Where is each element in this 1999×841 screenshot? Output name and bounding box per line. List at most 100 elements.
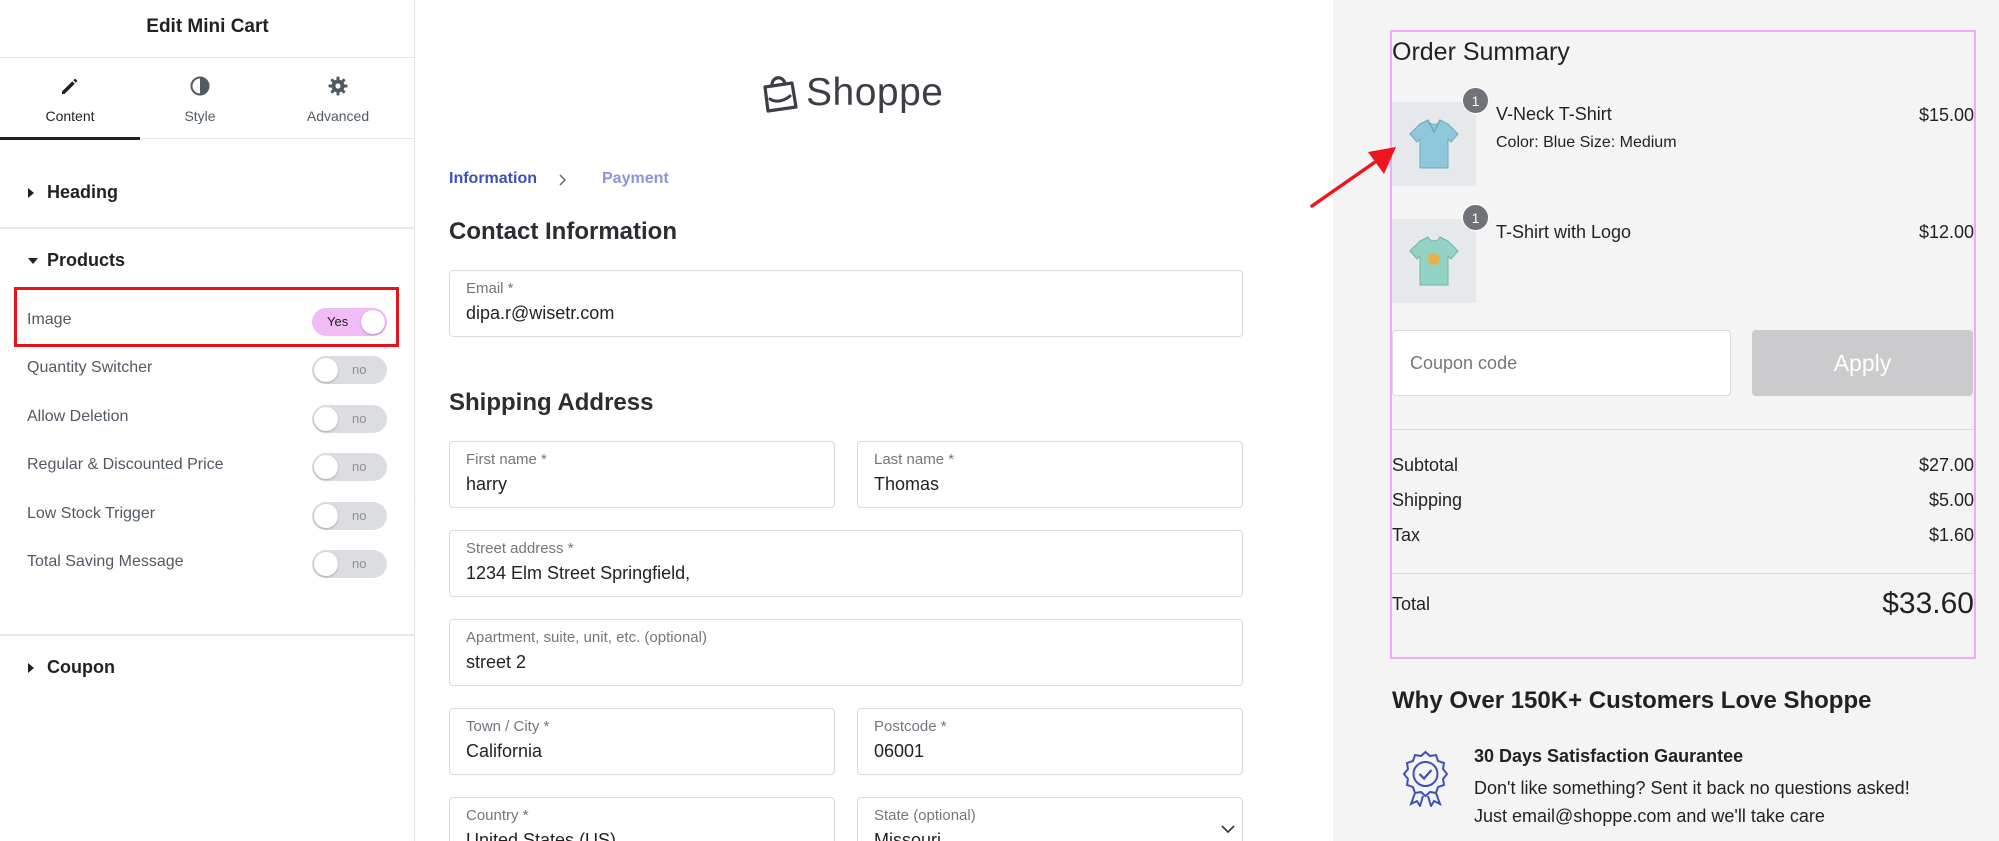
field-value: harry	[466, 474, 508, 494]
toggle-knob	[314, 552, 338, 576]
checkout-form: Shoppe Information Payment Contact Infor…	[416, 0, 1333, 841]
control-allow-deletion: Allow Deletion no	[0, 396, 415, 436]
control-label: Quantity Switcher	[27, 359, 153, 376]
field-value: Thomas	[874, 474, 940, 494]
last-name-field[interactable]: Last name * Thomas	[857, 441, 1243, 508]
city-field[interactable]: Town / City * California	[449, 708, 835, 775]
regular-discounted-price-toggle[interactable]: no	[312, 453, 387, 481]
item-name: V-Neck T-Shirt	[1496, 104, 1612, 124]
state-select[interactable]: State (optional) Missouri	[857, 797, 1243, 841]
shipping-heading: Shipping Address	[449, 389, 654, 416]
control-label: Low Stock Trigger	[27, 505, 156, 522]
total-label: Total	[1392, 594, 1431, 614]
control-regular-discounted-price: Regular & Discounted Price no	[0, 444, 415, 484]
divider	[0, 227, 415, 229]
item-name: T-Shirt with Logo	[1496, 222, 1632, 242]
quantity-badge: 1	[1462, 204, 1489, 231]
apply-coupon-button[interactable]: Apply	[1752, 330, 1973, 396]
control-quantity-switcher: Quantity Switcher no	[0, 347, 415, 387]
tab-content[interactable]: Content	[0, 59, 140, 140]
tab-content-label: Content	[45, 108, 95, 124]
control-label: Regular & Discounted Price	[27, 456, 224, 473]
field-label: Town / City *	[466, 718, 550, 735]
divider	[1392, 573, 1974, 574]
section-heading-label: Heading	[47, 182, 119, 202]
field-value: dipa.r@wisetr.com	[466, 303, 615, 323]
section-products-label: Products	[47, 250, 126, 270]
field-label: Country *	[466, 807, 529, 824]
item-price: $12.00	[1918, 222, 1974, 242]
low-stock-trigger-toggle[interactable]: no	[312, 502, 387, 530]
subtotal-label: Subtotal	[1392, 455, 1459, 475]
tshirt-icon	[1409, 119, 1459, 169]
annotation-arrow-icon	[1310, 147, 1396, 208]
chevron-down-icon	[1221, 825, 1235, 834]
toggle-knob	[314, 358, 338, 382]
allow-deletion-toggle[interactable]: no	[312, 405, 387, 433]
panel-title: Edit Mini Cart	[0, 0, 415, 58]
tab-style[interactable]: Style	[130, 59, 270, 139]
first-name-field[interactable]: First name * harry	[449, 441, 835, 508]
shipping-value: $5.00	[1928, 490, 1974, 510]
subtotal-value: $27.00	[1918, 455, 1974, 475]
gear-icon	[328, 76, 348, 96]
trust-heading: Why Over 150K+ Customers Love Shoppe	[1392, 687, 1872, 714]
apartment-field[interactable]: Apartment, suite, unit, etc. (optional) …	[449, 619, 1243, 686]
section-coupon[interactable]: Coupon	[0, 656, 415, 680]
total-saving-message-toggle[interactable]: no	[312, 550, 387, 578]
field-value: California	[466, 741, 543, 761]
section-products[interactable]: Products	[0, 249, 415, 273]
shopping-bag-icon	[763, 76, 798, 113]
divider	[1392, 429, 1974, 430]
street-address-field[interactable]: Street address * 1234 Elm Street Springf…	[449, 530, 1243, 597]
quantity-badge: 1	[1462, 87, 1489, 114]
section-coupon-label: Coupon	[47, 657, 115, 677]
logo-text: Shoppe	[806, 71, 944, 114]
product-image-vneck	[1392, 102, 1476, 186]
tab-style-label: Style	[184, 108, 216, 124]
control-image: Image Yes	[0, 299, 415, 339]
postcode-field[interactable]: Postcode * 06001	[857, 708, 1243, 775]
chevron-right-icon	[559, 174, 567, 186]
toggle-state: no	[352, 411, 367, 426]
field-label: State (optional)	[874, 807, 976, 824]
contact-heading: Contact Information	[449, 218, 677, 245]
shipping-label: Shipping	[1392, 490, 1463, 510]
toggle-state: no	[352, 459, 367, 474]
tax-label: Tax	[1392, 525, 1421, 545]
quantity-switcher-toggle[interactable]: no	[312, 356, 387, 384]
section-heading[interactable]: Heading	[0, 181, 415, 205]
editor-panel: Edit Mini Cart Content Style Advanced He…	[0, 0, 415, 841]
image-toggle[interactable]: Yes	[312, 308, 387, 336]
tab-advanced[interactable]: Advanced	[268, 59, 408, 139]
tax-value: $1.60	[1928, 525, 1974, 545]
field-value: United States (US)	[466, 830, 617, 841]
panel-tabs: Content Style Advanced	[0, 59, 415, 140]
pencil-icon	[62, 78, 78, 94]
breadcrumb-information[interactable]: Information	[449, 170, 537, 188]
shoppe-logo: Shoppe	[756, 68, 976, 118]
control-label: Image	[27, 311, 72, 328]
country-select[interactable]: Country * United States (US)	[449, 797, 835, 841]
award-badge-icon	[1402, 750, 1449, 807]
guarantee-title: 30 Days Satisfaction Gaurantee	[1474, 746, 1744, 766]
breadcrumb-payment[interactable]: Payment	[602, 170, 669, 188]
field-value: Missouri	[874, 830, 942, 841]
caret-right-icon	[28, 188, 34, 198]
half-circle-icon	[190, 76, 210, 96]
order-summary-title: Order Summary	[1392, 38, 1570, 66]
tshirt-icon	[1409, 236, 1459, 286]
coupon-code-input[interactable]: Coupon code	[1392, 330, 1731, 396]
toggle-knob	[314, 504, 338, 528]
toggle-knob	[361, 310, 385, 334]
toggle-state: no	[352, 508, 367, 523]
coupon-placeholder: Coupon code	[1410, 353, 1518, 373]
total-value: $33.60	[1882, 587, 1974, 620]
field-value: 06001	[874, 741, 925, 761]
field-label: Postcode *	[874, 718, 947, 735]
product-image-logo-tshirt	[1392, 219, 1476, 303]
item-price: $15.00	[1918, 105, 1974, 125]
field-value: street 2	[466, 652, 527, 672]
caret-down-icon	[28, 258, 38, 264]
email-field[interactable]: Email * dipa.r@wisetr.com	[449, 270, 1243, 337]
